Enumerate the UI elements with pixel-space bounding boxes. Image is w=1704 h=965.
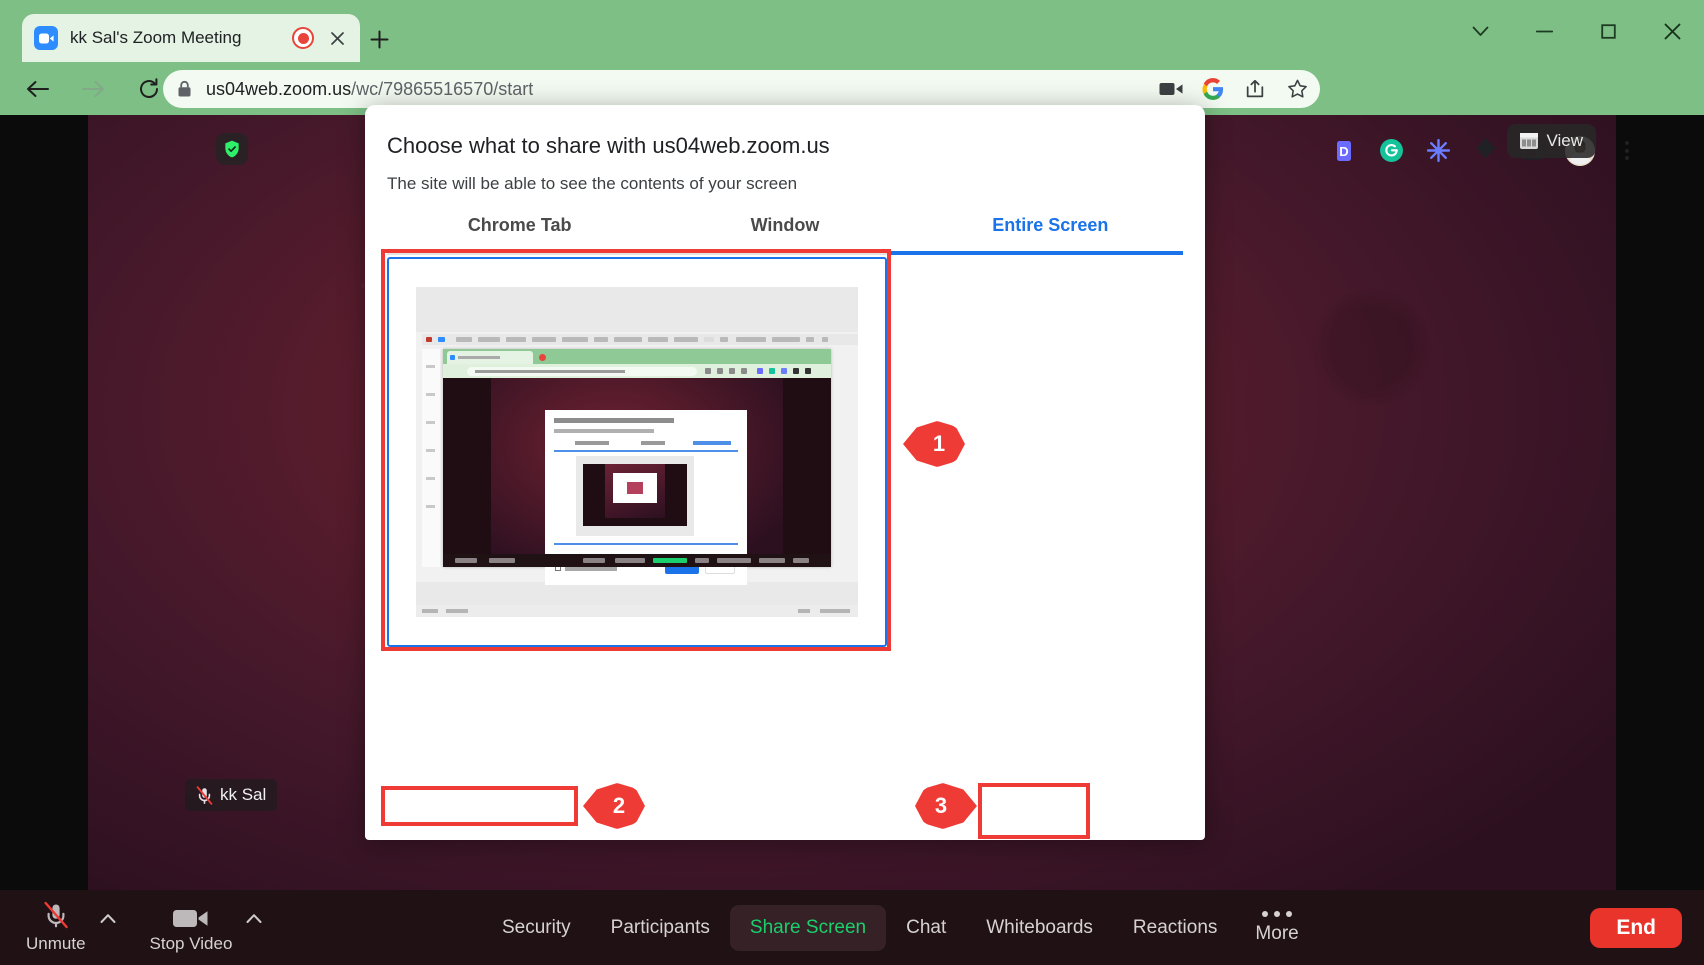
stop-video-button[interactable]: Stop Video <box>142 890 241 965</box>
annotation-callout-3-number: 3 <box>935 793 957 819</box>
window-controls <box>1448 0 1704 62</box>
end-button-label: End <box>1616 916 1656 940</box>
address-bar-url: us04web.zoom.us/wc/79865516570/start <box>206 79 533 100</box>
tab-window[interactable]: Window <box>652 215 917 253</box>
video-options-caret-icon[interactable] <box>240 890 268 965</box>
reactions-button[interactable]: Reactions <box>1113 905 1238 951</box>
dialog-subtitle: The site will be able to see the content… <box>387 174 797 194</box>
dialog-title: Choose what to share with us04web.zoom.u… <box>387 133 830 159</box>
media-camera-icon[interactable] <box>1158 76 1184 102</box>
forward-arrow-icon[interactable] <box>72 68 114 110</box>
zoom-control-bar: Unmute Stop Video <box>0 890 1704 965</box>
chat-button[interactable]: Chat <box>886 905 966 951</box>
annotation-callout-3: 3 <box>915 783 977 829</box>
tab-chrome-tab[interactable]: Chrome Tab <box>387 215 652 253</box>
microphone-muted-icon <box>41 902 71 930</box>
annotation-callout-1: 1 <box>903 421 965 467</box>
whiteboards-button-label: Whiteboards <box>986 917 1093 939</box>
shield-check-icon[interactable] <box>216 133 248 165</box>
security-button[interactable]: Security <box>482 905 591 951</box>
view-button-label: View <box>1546 131 1583 151</box>
participants-button[interactable]: Participants <box>591 905 730 951</box>
share-screen-button-label: Share Screen <box>750 917 866 939</box>
zoom-camera-icon <box>34 26 58 50</box>
bookmark-star-icon[interactable] <box>1284 76 1310 102</box>
share-preview-area <box>387 257 1183 840</box>
share-source-tabs: Chrome Tab Window Entire Screen <box>387 215 1183 253</box>
browser-tab[interactable]: kk Sal's Zoom Meeting <box>22 14 360 62</box>
asterisk-extension-icon[interactable] <box>1424 137 1452 165</box>
annotation-callout-2: 2 <box>583 783 645 829</box>
control-bar-center-group: Security Participants Share Screen Chat … <box>482 890 1317 965</box>
reactions-button-label: Reactions <box>1133 917 1218 939</box>
screen-share-dialog: Choose what to share with us04web.zoom.u… <box>365 105 1205 840</box>
google-icon[interactable] <box>1200 76 1226 102</box>
new-tab-button[interactable] <box>362 22 396 56</box>
participants-button-label: Participants <box>611 917 710 939</box>
annotation-callout-2-number: 2 <box>603 793 625 819</box>
screen-preview-image <box>416 287 858 617</box>
url-path: /wc/79865516570/start <box>351 79 533 99</box>
unmute-button[interactable]: Unmute <box>18 890 94 965</box>
url-host: us04web.zoom.us <box>206 79 351 99</box>
whiteboards-button[interactable]: Whiteboards <box>966 905 1113 951</box>
close-icon[interactable] <box>326 27 348 49</box>
screen-preview-thumbnail[interactable] <box>387 257 887 647</box>
security-button-label: Security <box>502 917 571 939</box>
share-icon[interactable] <box>1242 76 1268 102</box>
grid-view-icon <box>1520 133 1538 149</box>
browser-tab-title: kk Sal's Zoom Meeting <box>70 28 292 48</box>
more-button[interactable]: More <box>1237 890 1316 965</box>
stop-video-button-label: Stop Video <box>150 934 233 954</box>
address-bar[interactable]: us04web.zoom.us/wc/79865516570/start <box>163 70 1320 108</box>
view-button[interactable]: View <box>1507 124 1596 158</box>
control-bar-left-group: Unmute Stop Video <box>18 890 268 965</box>
tab-chrome-tab-label: Chrome Tab <box>468 215 572 235</box>
tab-entire-screen[interactable]: Entire Screen <box>918 215 1183 253</box>
browser-chrome: kk Sal's Zoom Meeting <box>0 0 1704 115</box>
grammarly-extension-icon[interactable] <box>1377 137 1405 165</box>
annotation-callout-1-number: 1 <box>923 431 945 457</box>
back-arrow-icon[interactable] <box>16 68 58 110</box>
close-icon[interactable] <box>1640 0 1704 62</box>
extensions-puzzle-icon[interactable] <box>1471 137 1499 165</box>
audio-options-caret-icon[interactable] <box>94 890 122 965</box>
screenshot-root: View kk Sal <box>0 0 1704 965</box>
microphone-muted-icon <box>196 786 213 805</box>
tabs-active-indicator <box>890 251 1183 255</box>
svg-text:D: D <box>1339 144 1348 159</box>
omnibox-actions <box>1158 70 1310 108</box>
tab-strip: kk Sal's Zoom Meeting <box>0 0 1704 62</box>
lock-icon <box>177 80 192 98</box>
share-screen-button[interactable]: Share Screen <box>730 905 886 951</box>
recording-indicator-icon[interactable] <box>292 27 314 49</box>
chevron-down-icon[interactable] <box>1448 0 1512 62</box>
participant-name-label: kk Sal <box>220 785 266 805</box>
three-dots-icon <box>1262 911 1292 917</box>
tab-entire-screen-label: Entire Screen <box>992 215 1108 235</box>
tab-window-label: Window <box>751 215 820 235</box>
participant-name-tag: kk Sal <box>185 779 277 811</box>
minimize-icon[interactable] <box>1512 0 1576 62</box>
video-camera-icon <box>172 902 210 930</box>
dashlane-extension-icon[interactable]: D <box>1330 137 1358 165</box>
chrome-kebab-menu-icon[interactable] <box>1614 138 1640 164</box>
more-button-label: More <box>1255 923 1298 945</box>
chat-button-label: Chat <box>906 917 946 939</box>
maximize-icon[interactable] <box>1576 0 1640 62</box>
end-meeting-button[interactable]: End <box>1590 908 1682 948</box>
unmute-button-label: Unmute <box>26 934 86 954</box>
